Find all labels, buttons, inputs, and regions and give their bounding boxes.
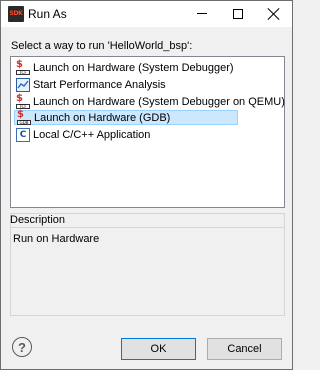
description-text: Run on Hardware	[13, 233, 100, 245]
performance-chart-icon	[16, 77, 30, 92]
ok-button[interactable]: OK	[121, 338, 196, 360]
run-as-dialog: SDK Run As Select a way to run 'HelloWor…	[0, 0, 293, 370]
list-item-label: Launch on Hardware (GDB)	[34, 111, 171, 124]
gdb-debug-icon: $ GDB	[17, 109, 31, 125]
run-prompt-label: Select a way to run 'HelloWorld_bsp':	[11, 40, 193, 52]
description-group	[10, 213, 285, 316]
window-title: Run As	[28, 7, 67, 21]
description-title: Description	[10, 214, 66, 226]
tcf-debug-icon: $ TCF	[16, 59, 30, 75]
sdk-app-icon: SDK	[8, 6, 24, 22]
close-icon	[268, 8, 280, 20]
list-item-gdb[interactable]: $ GDB Launch on Hardware (GDB)	[14, 109, 238, 125]
list-item-label: Launch on Hardware (System Debugger on Q…	[33, 95, 285, 108]
c-application-icon: C	[16, 127, 30, 142]
list-item-label: Local C/C++ Application	[33, 128, 151, 141]
run-options-list[interactable]: $ TCF Launch on Hardware (System Debugger…	[10, 56, 285, 208]
list-item-system-debugger-qemu[interactable]: $ TCF Launch on Hardware (System Debugger…	[14, 93, 289, 109]
close-button[interactable]	[256, 1, 292, 26]
list-item-label: Start Performance Analysis	[33, 78, 166, 91]
app-icon-text: SDK	[9, 10, 23, 17]
list-item-local-c-application[interactable]: C Local C/C++ Application	[14, 127, 154, 142]
list-item-system-debugger[interactable]: $ TCF Launch on Hardware (System Debugger…	[14, 59, 238, 75]
cancel-button[interactable]: Cancel	[207, 338, 282, 360]
help-button[interactable]: ?	[12, 337, 32, 357]
list-item-label: Launch on Hardware (System Debugger)	[33, 61, 234, 74]
title-bar[interactable]: SDK Run As	[1, 1, 292, 27]
maximize-button[interactable]	[220, 1, 256, 26]
description-divider	[11, 227, 284, 228]
maximize-icon	[233, 8, 243, 19]
list-item-performance-analysis[interactable]: Start Performance Analysis	[14, 77, 170, 92]
tcf-debug-icon: $ TCF	[16, 93, 30, 109]
minimize-button[interactable]	[184, 1, 220, 26]
minimize-icon	[197, 13, 207, 14]
